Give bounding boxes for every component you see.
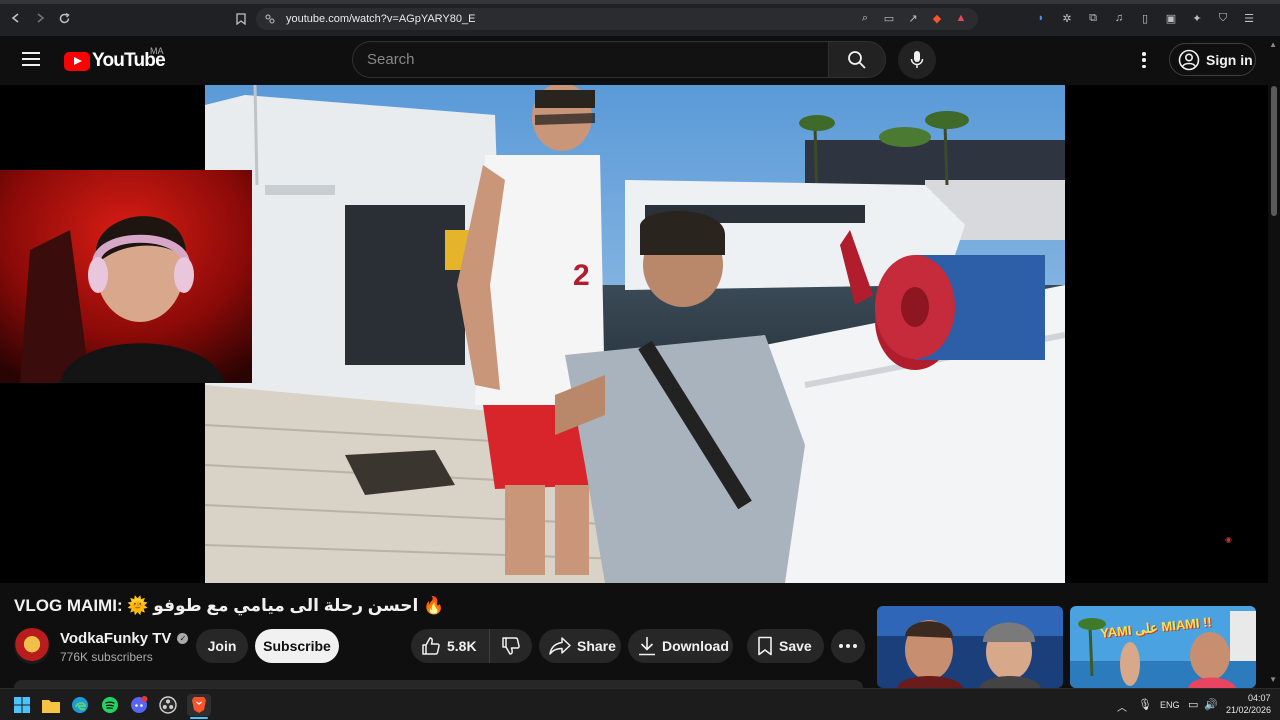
active-app-indicator	[190, 717, 208, 719]
url-text: youtube.com/watch?v=AGpYARY80_E	[286, 13, 476, 25]
svg-text:2: 2	[573, 259, 590, 292]
forward-button[interactable]	[30, 8, 50, 28]
download-button[interactable]: Download	[628, 629, 733, 663]
forward-icon	[37, 13, 45, 23]
suggested-video-thumbnail[interactable]: YAMI على MIAMI !!	[1070, 606, 1256, 688]
subscribe-button[interactable]: Subscribe	[255, 629, 339, 663]
youtube-play-icon	[64, 51, 90, 71]
brave-browser-icon[interactable]	[187, 694, 211, 716]
scroll-thumb[interactable]	[1271, 86, 1277, 216]
settings-more-button[interactable]	[1136, 50, 1152, 70]
channel-name-row[interactable]: VodkaFunky TV ✓	[60, 630, 189, 647]
subscriber-count: 776K subscribers	[60, 650, 153, 664]
obs-icon[interactable]	[159, 696, 177, 714]
wallet-icon[interactable]: ◗	[1034, 11, 1048, 25]
cast-icon[interactable]: ▭	[882, 11, 896, 25]
wallet-panel-icon[interactable]: ▣	[1164, 11, 1178, 25]
reload-button[interactable]	[54, 8, 74, 28]
save-button[interactable]: Save	[747, 629, 824, 663]
address-bar[interactable]: youtube.com/watch?v=AGpYARY80_E ⌕ ▭ ↗ ◆ …	[256, 8, 978, 30]
media-icon[interactable]: ♫	[1112, 11, 1126, 25]
download-label: Download	[662, 638, 729, 654]
suggested-video-thumbnail[interactable]	[877, 606, 1063, 688]
tray-overflow-icon[interactable]: ︿	[1117, 699, 1127, 714]
discord-icon[interactable]	[130, 696, 148, 714]
share-page-icon[interactable]: ↗	[906, 11, 920, 25]
search-box	[352, 41, 828, 78]
tray-mic-icon[interactable]: 🎙	[1138, 698, 1152, 711]
video-title: VLOG MAIMI: 🌞 احسن رحلة الى ميامي مع طوف…	[14, 596, 445, 615]
like-button[interactable]: 5.8K	[411, 629, 490, 663]
channel-avatar[interactable]	[14, 628, 50, 664]
spotify-icon[interactable]	[101, 696, 119, 714]
video-frame[interactable]: 2	[205, 85, 1065, 583]
network-icon[interactable]: ▭	[1188, 698, 1198, 711]
share-icon	[549, 637, 571, 655]
menu-icon[interactable]: ☰	[1242, 11, 1256, 25]
share-button[interactable]: Share	[539, 629, 621, 663]
search-icon	[848, 50, 866, 69]
language-indicator[interactable]: ENG	[1160, 700, 1180, 710]
dislike-button[interactable]	[490, 636, 532, 656]
clock-time[interactable]: 04:07	[1248, 693, 1271, 703]
video-player[interactable]: 2 ◉	[0, 85, 1268, 583]
screenshot-icon[interactable]: ⧉	[1086, 11, 1100, 25]
back-icon	[11, 13, 19, 23]
thumbs-up-icon	[422, 637, 440, 655]
like-dislike-group: 5.8K	[411, 629, 532, 663]
brave-rewards-icon[interactable]: ▲	[954, 11, 968, 25]
youtube-header: YouTube MA Sign in	[0, 36, 1268, 84]
download-icon	[639, 637, 655, 656]
leo-ai-icon[interactable]: ✦	[1190, 11, 1204, 25]
site-info-icon[interactable]	[264, 13, 276, 25]
sign-in-button[interactable]: Sign in	[1169, 43, 1256, 76]
voice-search-button[interactable]	[898, 41, 936, 79]
sidebar-icon[interactable]: ▯	[1138, 11, 1152, 25]
account-icon	[1178, 49, 1200, 70]
guide-menu-icon[interactable]	[22, 52, 40, 66]
brave-shield-icon[interactable]: ◆	[930, 11, 944, 25]
vpn-icon[interactable]: ⛉	[1216, 11, 1230, 25]
channel-watermark-icon[interactable]: ◉	[1225, 535, 1232, 544]
sign-in-label: Sign in	[1206, 51, 1253, 68]
share-label: Share	[577, 638, 616, 654]
search-button[interactable]	[828, 41, 886, 78]
reload-icon	[59, 12, 70, 23]
streamer-webcam-overlay	[0, 170, 252, 383]
save-label: Save	[779, 638, 812, 654]
file-explorer-icon[interactable]	[42, 696, 60, 714]
search-input[interactable]	[367, 51, 807, 68]
thumbs-down-icon	[502, 637, 520, 655]
windows-start-icon[interactable]	[13, 696, 31, 714]
extensions-icon[interactable]: ✲	[1060, 11, 1074, 25]
windows-taskbar: ︿ 🎙 ENG ▭ 🔊 04:07 21/02/2026	[0, 688, 1280, 720]
page-scrollbar[interactable]: ▲ ▼	[1268, 36, 1280, 688]
thumbnail-image	[877, 606, 1063, 688]
webcam-scene	[0, 170, 252, 383]
microphone-icon	[910, 51, 924, 68]
join-button[interactable]: Join	[196, 629, 248, 663]
more-actions-button[interactable]	[831, 629, 865, 663]
scroll-down-icon[interactable]: ▼	[1269, 675, 1277, 684]
video-scene: 2	[205, 85, 1065, 583]
region-code: MA	[150, 46, 164, 56]
clock-date[interactable]: 21/02/2026	[1226, 705, 1271, 715]
save-playlist-icon	[758, 636, 772, 656]
back-button[interactable]	[6, 8, 26, 28]
tab-strip	[0, 0, 1280, 4]
volume-icon[interactable]: 🔊	[1204, 698, 1218, 711]
zoom-icon[interactable]: ⌕	[858, 11, 872, 25]
description-box[interactable]	[14, 680, 863, 688]
scroll-up-icon[interactable]: ▲	[1269, 40, 1277, 49]
bookmark-icon[interactable]	[236, 12, 246, 30]
like-count: 5.8K	[447, 638, 477, 654]
edge-browser-icon[interactable]	[71, 696, 89, 714]
browser-toolbar: youtube.com/watch?v=AGpYARY80_E ⌕ ▭ ↗ ◆ …	[0, 0, 1280, 36]
verified-badge-icon: ✓	[177, 633, 189, 644]
channel-name[interactable]: VodkaFunky TV	[60, 630, 171, 647]
